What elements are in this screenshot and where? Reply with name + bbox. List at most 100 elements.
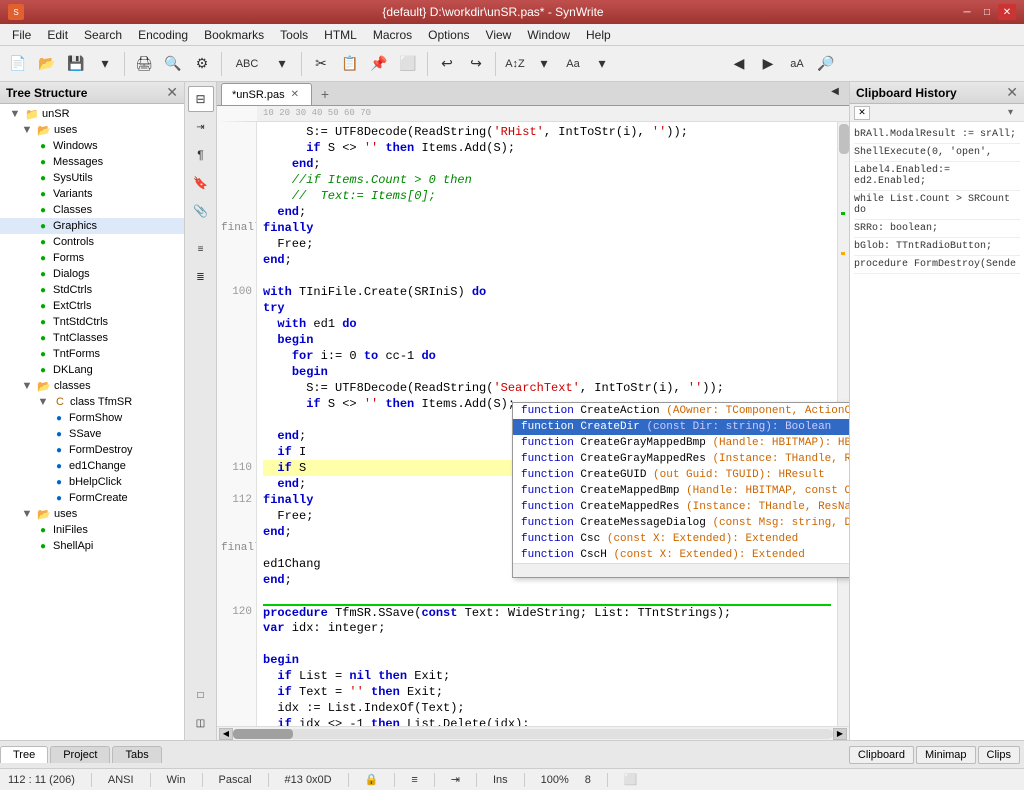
tree-item[interactable]: ● TntForms: [0, 346, 184, 362]
paste-button[interactable]: 📌: [365, 50, 393, 78]
maximize-button[interactable]: □: [978, 4, 996, 20]
tree-item[interactable]: ● Messages: [0, 154, 184, 170]
tree-item[interactable]: ● Variants: [0, 186, 184, 202]
find-button[interactable]: 🔍: [159, 50, 187, 78]
format-button[interactable]: ⬜: [394, 50, 422, 78]
tree-item[interactable]: ▼ 📂 uses: [0, 122, 184, 138]
menu-help[interactable]: Help: [578, 24, 619, 46]
tree-item[interactable]: ● ShellApi: [0, 538, 184, 554]
hscroll-thumb[interactable]: [233, 729, 293, 739]
ac-item[interactable]: function CreateGrayMappedRes (Instance: …: [513, 451, 849, 467]
print-button[interactable]: 🖨: [130, 50, 158, 78]
tab-scroll-left[interactable]: ◀: [821, 77, 849, 105]
tree-item[interactable]: ● Forms: [0, 250, 184, 266]
tree-item[interactable]: ● Dialogs: [0, 266, 184, 282]
menu-window[interactable]: Window: [519, 24, 578, 46]
clipboard-panel-button[interactable]: Clipboard: [849, 746, 914, 764]
hscroll-left[interactable]: ◀: [219, 728, 233, 740]
undo-button[interactable]: ↩: [433, 50, 461, 78]
tab-close-button[interactable]: ✕: [289, 88, 301, 101]
sidebar-icon-list[interactable]: ≡: [188, 236, 214, 262]
sidebar-icon-bottom2[interactable]: ◫: [188, 710, 214, 736]
tree-item[interactable]: ● Controls: [0, 234, 184, 250]
tree-item[interactable]: ▼ C class TfmSR: [0, 394, 184, 410]
scroll-thumb[interactable]: [839, 124, 849, 154]
sidebar-icon-bookmark2[interactable]: 📎: [188, 198, 214, 224]
clipboard-item[interactable]: procedure FormDestroy(Sende: [854, 256, 1020, 274]
sort-button[interactable]: A↕Z: [501, 50, 529, 78]
clipboard-close-button[interactable]: ✕: [1006, 84, 1018, 101]
tree-item[interactable]: ● ed1Change: [0, 458, 184, 474]
minimap-button[interactable]: Minimap: [916, 746, 976, 764]
redo-button[interactable]: ↪: [462, 50, 490, 78]
menu-tools[interactable]: Tools: [272, 24, 316, 46]
clipboard-clear-button[interactable]: ✕: [854, 106, 870, 120]
tree-item[interactable]: ▼ 📂 classes: [0, 378, 184, 394]
menu-bookmarks[interactable]: Bookmarks: [196, 24, 272, 46]
spell-dropdown[interactable]: ▾: [268, 50, 296, 78]
ac-item[interactable]: function Csc (const X: Extended): Extend…: [513, 531, 849, 547]
tree-item[interactable]: ● IniFiles: [0, 522, 184, 538]
editor-container[interactable]: finally 100 110 112 fina: [217, 122, 849, 726]
tab-add-button[interactable]: +: [314, 83, 336, 105]
copy-button[interactable]: 📋: [336, 50, 364, 78]
clipboard-item[interactable]: while List.Count > SRCount do: [854, 191, 1020, 220]
close-button[interactable]: ✕: [998, 4, 1016, 20]
menu-encoding[interactable]: Encoding: [130, 24, 196, 46]
menu-search[interactable]: Search: [76, 24, 130, 46]
nav-forward[interactable]: ▶: [754, 50, 782, 78]
tree-close-button[interactable]: ✕: [166, 84, 178, 101]
ac-item[interactable]: function CreateGUID (out Guid: TGUID): H…: [513, 467, 849, 483]
tree-item[interactable]: ● ExtCtrls: [0, 298, 184, 314]
horizontal-scrollbar[interactable]: ◀ ▶: [217, 726, 849, 740]
clips-button[interactable]: Clips: [978, 746, 1020, 764]
sidebar-icon-list2[interactable]: ≣: [188, 264, 214, 290]
sidebar-icon-tree[interactable]: ⊟: [188, 86, 214, 112]
hscroll-right[interactable]: ▶: [833, 728, 847, 740]
bottom-tab-tabs[interactable]: Tabs: [112, 746, 161, 763]
menu-html[interactable]: HTML: [316, 24, 365, 46]
tree-item[interactable]: ● SSave: [0, 426, 184, 442]
minimize-button[interactable]: ─: [958, 4, 976, 20]
menu-file[interactable]: File: [4, 24, 39, 46]
save-dropdown[interactable]: ▾: [91, 50, 119, 78]
clipboard-item[interactable]: bRAll.ModalResult := srAll;: [854, 126, 1020, 144]
spell-button[interactable]: ABC: [227, 50, 267, 78]
save-button[interactable]: 💾: [62, 50, 90, 78]
tree-item[interactable]: ● TntStdCtrls: [0, 314, 184, 330]
case-button[interactable]: Aa: [559, 50, 587, 78]
menu-macros[interactable]: Macros: [365, 24, 420, 46]
tree-item[interactable]: ● StdCtrls: [0, 282, 184, 298]
ac-item[interactable]: function CreateGrayMappedBmp (Handle: HB…: [513, 435, 849, 451]
ac-item[interactable]: function CreateMappedBmp (Handle: HBITMA…: [513, 483, 849, 499]
autocomplete-popup[interactable]: function CreateAction (AOwner: TComponen…: [512, 402, 849, 578]
ac-item[interactable]: function CreateMessageDialog (const Msg:…: [513, 515, 849, 531]
menu-options[interactable]: Options: [420, 24, 477, 46]
tree-item[interactable]: ● Windows: [0, 138, 184, 154]
menu-view[interactable]: View: [478, 24, 520, 46]
clipboard-item[interactable]: bGlob: TTntRadioButton;: [854, 238, 1020, 256]
font-size-button[interactable]: aA: [783, 50, 811, 78]
open-button[interactable]: 📂: [33, 50, 61, 78]
clipboard-item[interactable]: SRRo: boolean;: [854, 220, 1020, 238]
tree-item[interactable]: ● Classes: [0, 202, 184, 218]
replace-button[interactable]: ⚙: [188, 50, 216, 78]
tree-item[interactable]: ● TntClasses: [0, 330, 184, 346]
hscroll-track[interactable]: [233, 729, 833, 739]
sidebar-icon-bookmark[interactable]: 🔖: [188, 170, 214, 196]
tree-item[interactable]: ● SysUtils: [0, 170, 184, 186]
menu-edit[interactable]: Edit: [39, 24, 76, 46]
tab-unsrpas[interactable]: *unSR.pas ✕: [221, 83, 312, 105]
clipboard-item[interactable]: ShellExecute(0, 'open',: [854, 144, 1020, 162]
clipboard-item[interactable]: Label4.Enabled:= ed2.Enabled;: [854, 162, 1020, 191]
tree-item[interactable]: ● FormDestroy: [0, 442, 184, 458]
nav-back[interactable]: ◀: [725, 50, 753, 78]
sidebar-icon-indent[interactable]: ⇥: [188, 114, 214, 140]
sort-dropdown[interactable]: ▾: [530, 50, 558, 78]
tree-item[interactable]: ▼ 📂 uses: [0, 506, 184, 522]
new-button[interactable]: 📄: [4, 50, 32, 78]
ac-item[interactable]: function CreateMappedRes (Instance: THan…: [513, 499, 849, 515]
sidebar-icon-para[interactable]: ¶: [188, 142, 214, 168]
tree-item[interactable]: ● FormCreate: [0, 490, 184, 506]
tree-item[interactable]: ● Graphics: [0, 218, 184, 234]
